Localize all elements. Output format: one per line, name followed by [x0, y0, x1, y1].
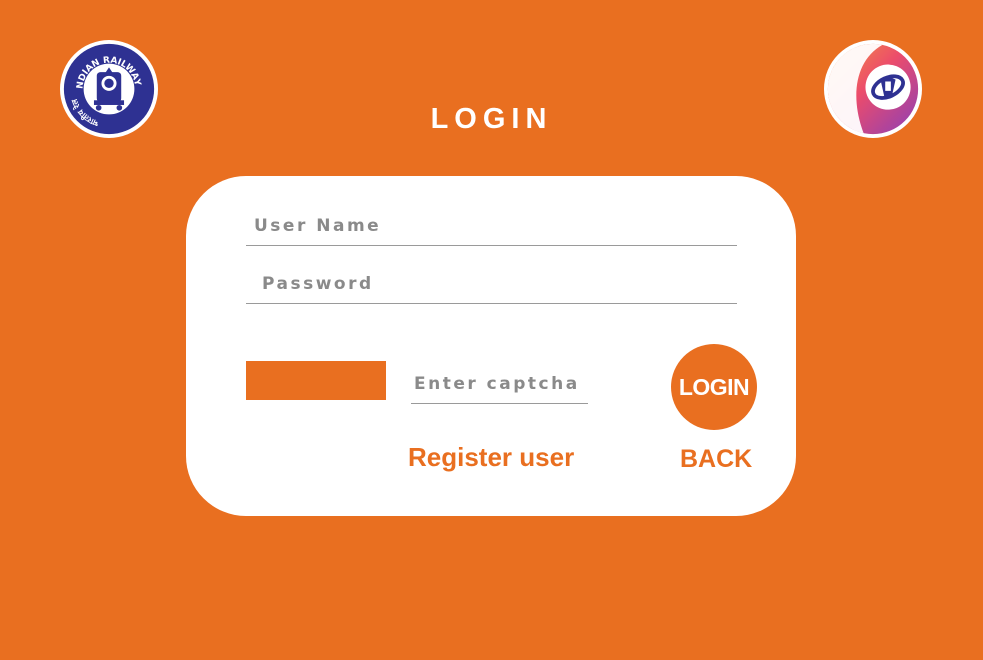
irctc-logo-icon — [827, 43, 919, 135]
back-link[interactable]: BACK — [680, 445, 752, 474]
captcha-input[interactable] — [411, 364, 588, 404]
password-field[interactable] — [246, 264, 737, 304]
login-card: LOGIN Register user BACK — [186, 176, 796, 516]
captcha-image — [246, 361, 386, 400]
register-user-link[interactable]: Register user — [408, 442, 574, 473]
irctc-logo — [824, 40, 922, 138]
username-field[interactable] — [246, 206, 737, 246]
login-button[interactable]: LOGIN — [671, 344, 757, 430]
